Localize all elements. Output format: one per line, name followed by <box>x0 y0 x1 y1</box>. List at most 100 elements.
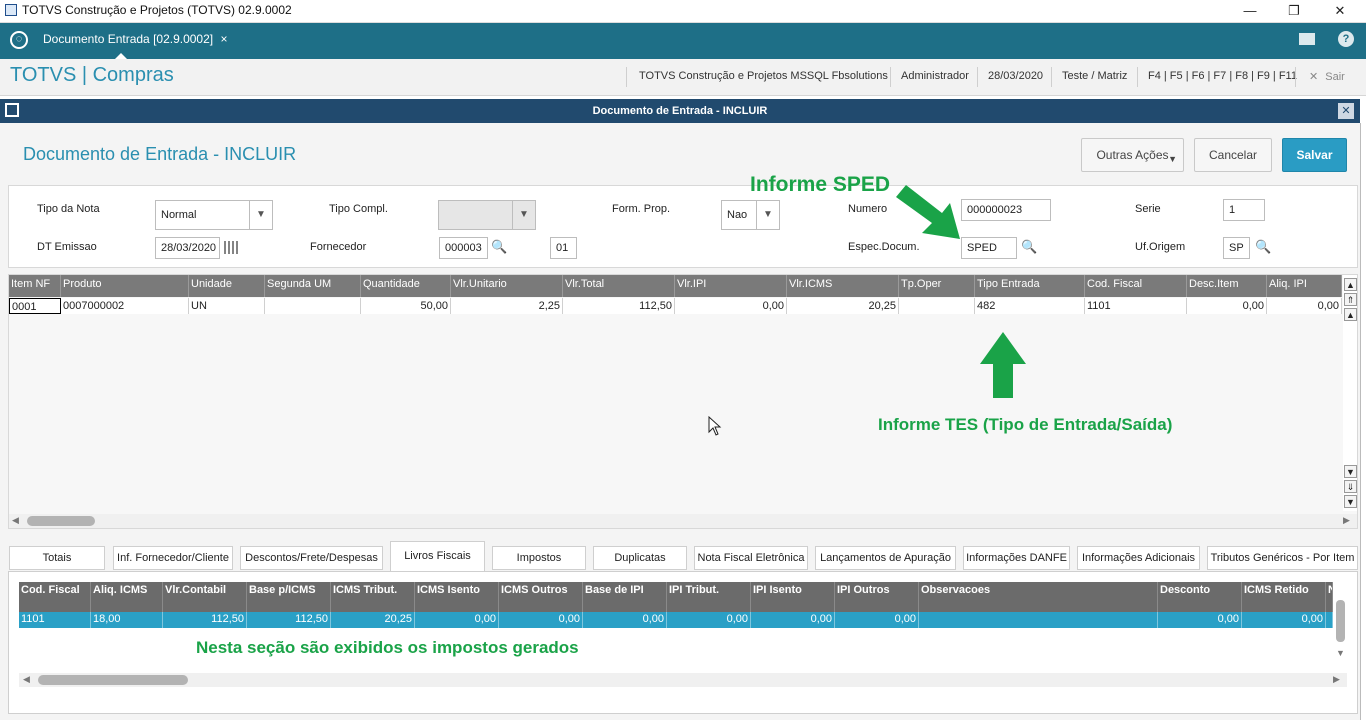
column-header[interactable]: Aliq. ICMS <box>91 582 163 612</box>
column-header[interactable]: Cod. Fiscal <box>1085 275 1187 297</box>
base-icms-cell[interactable]: 112,50 <box>247 612 331 628</box>
unit-cell[interactable]: UN <box>189 298 265 314</box>
dialog-close-button[interactable]: ✕ <box>1338 103 1354 119</box>
cancel-button[interactable]: Cancelar <box>1194 138 1272 172</box>
column-header[interactable]: Cod. Fiscal <box>19 582 91 612</box>
scroll-right-icon[interactable]: ▶ <box>1333 674 1340 685</box>
column-header[interactable]: Tp.Oper <box>899 275 975 297</box>
observacoes-cell[interactable] <box>919 612 1158 628</box>
vertical-scrollbar[interactable]: ▲ ⇑ ▲ ▼ ⇓ ▼ <box>1343 275 1357 511</box>
livros-horizontal-scrollbar[interactable]: ◀ ▶ <box>19 673 1347 687</box>
totvs-home-icon[interactable]: ◌ <box>10 31 28 49</box>
column-header[interactable]: Item NF <box>9 275 61 297</box>
column-header[interactable]: Tipo Entrada <box>975 275 1085 297</box>
loja-input[interactable]: 01 <box>550 237 577 259</box>
tipo-compl-select[interactable]: ▼ <box>438 200 536 230</box>
tab-duplicatas[interactable]: Duplicatas <box>593 546 687 570</box>
discount-cell[interactable]: 0,00 <box>1187 298 1267 314</box>
unit-price-cell[interactable]: 2,25 <box>451 298 563 314</box>
scroll-page-down-icon[interactable]: ⇓ <box>1344 480 1357 493</box>
column-header[interactable]: Vlr.Total <box>563 275 675 297</box>
column-header[interactable]: Segunda UM <box>265 275 361 297</box>
column-header[interactable]: ICMS Tribut. <box>331 582 415 612</box>
product-cell[interactable]: 0007000002 <box>61 298 189 314</box>
ipi-outros-cell[interactable]: 0,00 <box>835 612 919 628</box>
scroll-top-icon[interactable]: ▲ <box>1344 278 1357 291</box>
column-header[interactable]: IPI Isento <box>751 582 835 612</box>
column-header[interactable]: ICMS Isento <box>415 582 499 612</box>
column-header[interactable]: N <box>1326 582 1333 612</box>
fornecedor-input[interactable]: 000003 <box>439 237 488 259</box>
column-header[interactable]: IPI Tribut. <box>667 582 751 612</box>
livros-grid-row[interactable]: 1101 18,00 112,50 112,50 20,25 0,00 0,00… <box>19 612 1333 628</box>
column-header[interactable]: Quantidade <box>361 275 451 297</box>
form-prop-select[interactable]: Nao ▼ <box>721 200 780 230</box>
total-cell[interactable]: 112,50 <box>563 298 675 314</box>
icms-isento-cell[interactable]: 0,00 <box>415 612 499 628</box>
tab-livros-fiscais[interactable]: Livros Fiscais <box>390 541 485 572</box>
exit-button[interactable]: ✕ Sair <box>1309 70 1345 83</box>
livros-vertical-scrollbar[interactable]: ▼ <box>1335 584 1347 664</box>
column-header[interactable]: ICMS Outros <box>499 582 583 612</box>
uf-search-icon[interactable]: 🔍 <box>1255 240 1271 254</box>
save-button[interactable]: Salvar <box>1282 138 1347 172</box>
icms-rate-cell[interactable]: 18,00 <box>91 612 163 628</box>
cfop-cell[interactable]: 1101 <box>19 612 91 628</box>
scroll-thumb[interactable] <box>38 675 188 685</box>
column-header[interactable]: Base p/ICMS <box>247 582 331 612</box>
tab-nfe[interactable]: Nota Fiscal Eletrônica <box>694 546 808 570</box>
column-header[interactable]: IPI Outros <box>835 582 919 612</box>
scroll-up-icon[interactable]: ▲ <box>1344 308 1357 321</box>
numero-input[interactable]: 000000023 <box>961 199 1051 221</box>
tab-close-icon[interactable]: × <box>220 32 227 46</box>
column-header[interactable]: Observacoes <box>919 582 1158 612</box>
icms-outros-cell[interactable]: 0,00 <box>499 612 583 628</box>
espec-docum-input[interactable]: SPED <box>961 237 1017 259</box>
ipi-isento-cell[interactable]: 0,00 <box>751 612 835 628</box>
minimize-button[interactable]: — <box>1227 0 1273 22</box>
tipo-nota-select[interactable]: Normal ▼ <box>155 200 273 230</box>
item-cell[interactable]: 0001 <box>9 298 61 314</box>
espec-search-icon[interactable]: 🔍 <box>1021 240 1037 254</box>
tes-cell[interactable]: 482 <box>975 298 1085 314</box>
restore-button[interactable]: ❐ <box>1271 0 1317 22</box>
uf-origem-input[interactable]: SP <box>1223 237 1250 259</box>
icms-value-cell[interactable]: 20,25 <box>787 298 899 314</box>
vlr-contabil-cell[interactable]: 112,50 <box>163 612 247 628</box>
quantity-cell[interactable]: 50,00 <box>361 298 451 314</box>
column-header[interactable]: Aliq. IPI <box>1267 275 1342 297</box>
calendar-icon[interactable] <box>224 241 238 254</box>
tab-documento-entrada[interactable]: Documento Entrada [02.9.0002] × <box>37 23 233 59</box>
function-keys[interactable]: F4 | F5 | F6 | F7 | F8 | F9 | F11 <box>1148 70 1297 82</box>
extra-cell[interactable] <box>1326 612 1333 628</box>
horizontal-scrollbar[interactable]: ◀ ▶ <box>9 514 1357 528</box>
scroll-page-up-icon[interactable]: ⇑ <box>1344 293 1357 306</box>
column-header[interactable]: Vlr.Contabil <box>163 582 247 612</box>
scroll-left-icon[interactable]: ◀ <box>23 674 30 685</box>
close-window-button[interactable]: ✕ <box>1317 0 1363 22</box>
tab-tributos-genericos[interactable]: Tributos Genéricos - Por Item <box>1207 546 1358 570</box>
icms-tribut-cell[interactable]: 20,25 <box>331 612 415 628</box>
column-header[interactable]: Vlr.ICMS <box>787 275 899 297</box>
scroll-right-icon[interactable]: ▶ <box>1343 515 1350 526</box>
ipi-value-cell[interactable]: 0,00 <box>675 298 787 314</box>
desconto-cell[interactable]: 0,00 <box>1158 612 1242 628</box>
tab-info-adicionais[interactable]: Informações Adicionais <box>1077 546 1200 570</box>
tab-descontos[interactable]: Descontos/Frete/Despesas <box>240 546 383 570</box>
scroll-bottom-icon[interactable]: ▼ <box>1344 495 1357 508</box>
scroll-down-icon[interactable]: ▼ <box>1336 648 1345 658</box>
column-header[interactable]: ICMS Retido <box>1242 582 1326 612</box>
column-header[interactable]: Unidade <box>189 275 265 297</box>
scroll-thumb[interactable] <box>27 516 95 526</box>
tab-impostos[interactable]: Impostos <box>492 546 586 570</box>
icms-retido-cell[interactable]: 0,00 <box>1242 612 1326 628</box>
column-header[interactable]: Base de IPI <box>583 582 667 612</box>
column-header[interactable]: Vlr.IPI <box>675 275 787 297</box>
help-icon[interactable]: ? <box>1338 31 1354 47</box>
tab-fornecedor[interactable]: Inf. Fornecedor/Cliente <box>113 546 233 570</box>
tab-totais[interactable]: Totais <box>9 546 105 570</box>
cfop-cell[interactable]: 1101 <box>1085 298 1187 314</box>
column-header[interactable]: Desc.Item <box>1187 275 1267 297</box>
oper-type-cell[interactable] <box>899 298 975 314</box>
column-header[interactable]: Desconto <box>1158 582 1242 612</box>
